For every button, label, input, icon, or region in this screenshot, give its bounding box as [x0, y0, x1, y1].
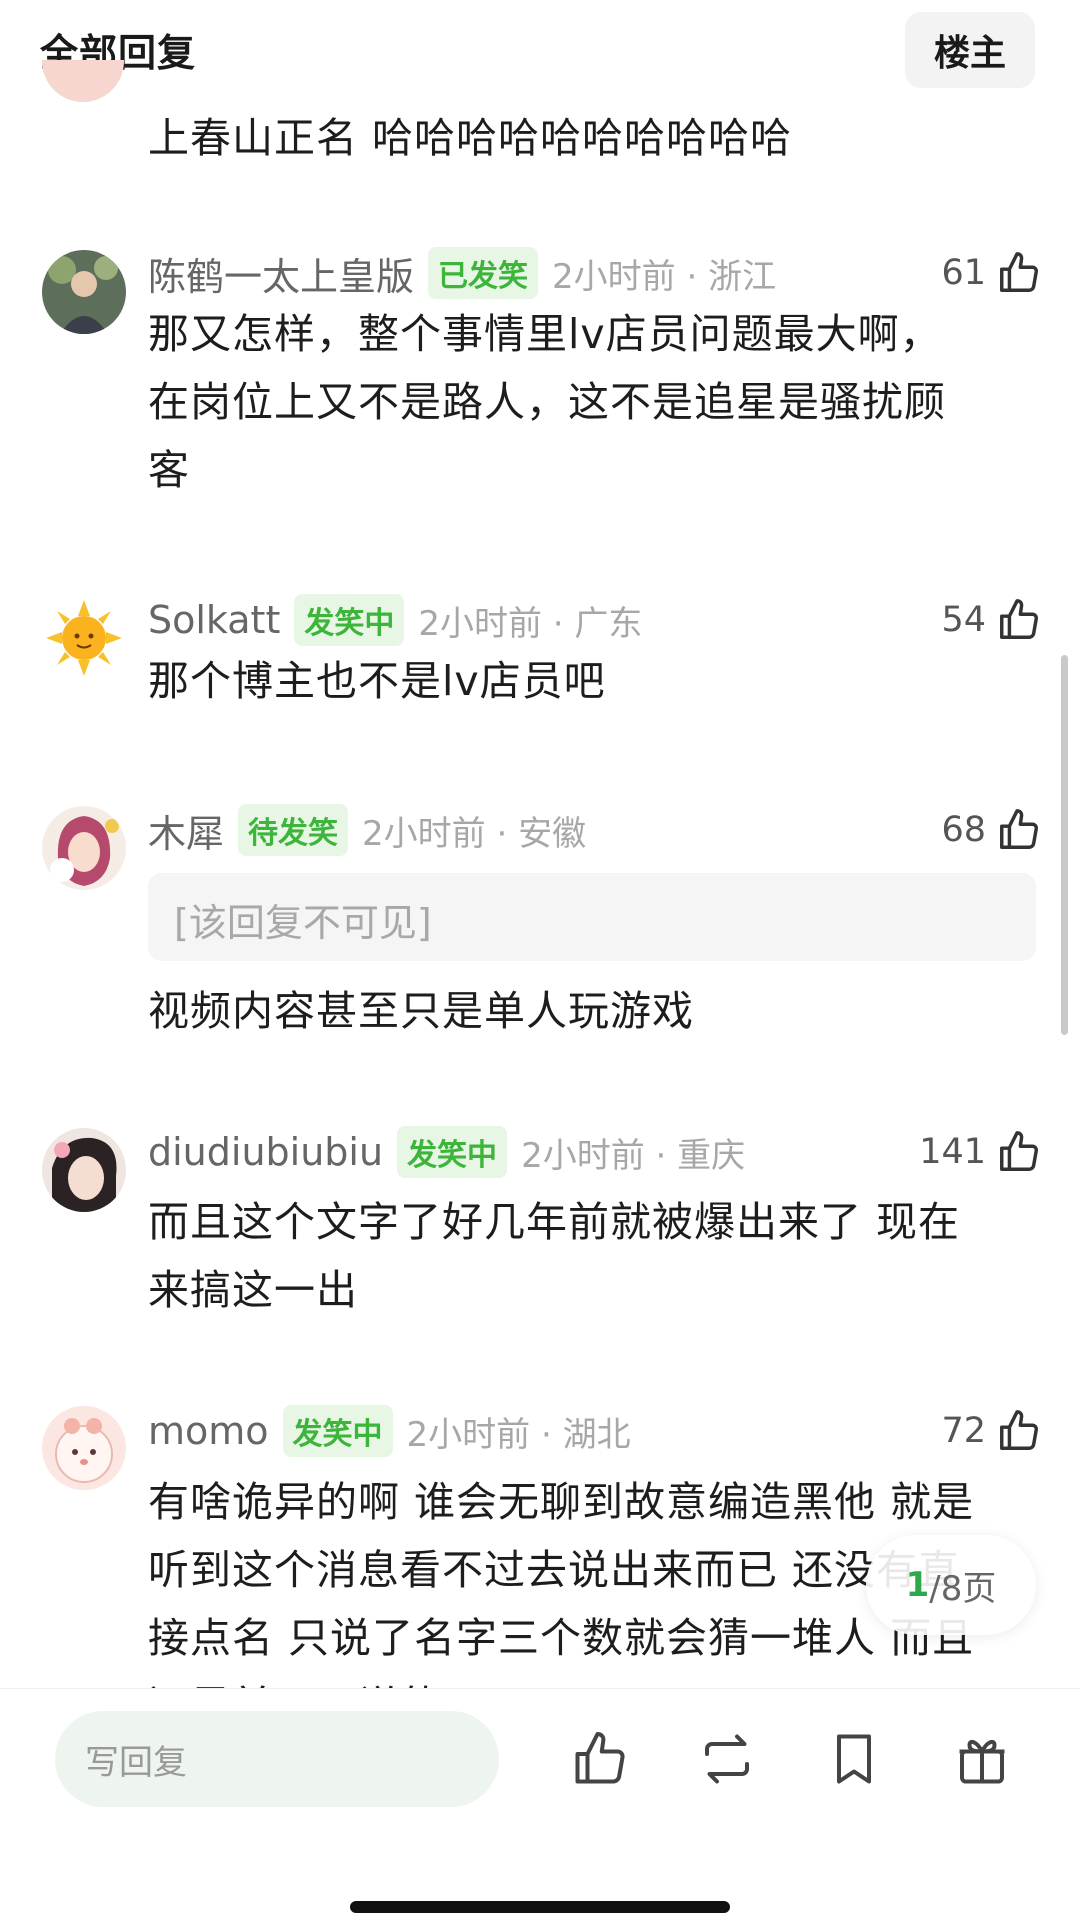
op-only-button[interactable]: 楼主	[905, 12, 1035, 88]
bookmark-icon	[837, 1734, 871, 1784]
like-button[interactable]: 72	[941, 1403, 1042, 1459]
timestamp-location: 2小时前 · 重庆	[521, 1135, 746, 1176]
comment-text: 而且这个文字了好几年前就被爆出来了 现在 来搞这一出	[148, 1198, 961, 1314]
comment-meta: diudiubiubiu 发笑中 2小时前 · 重庆	[148, 1124, 745, 1180]
like-count: 61	[941, 253, 986, 293]
thumbs-up-icon	[1000, 252, 1038, 292]
gift-icon	[959, 1739, 1005, 1784]
comment-text: 那个博主也不是lv店员吧	[148, 657, 606, 705]
username[interactable]: 陈鹤一太上皇版	[148, 246, 414, 301]
like-button[interactable]: 54	[941, 592, 1042, 648]
status-badge: 发笑中	[294, 594, 405, 646]
like-count: 54	[941, 600, 986, 640]
hidden-quote-box: [该回复不可见]	[148, 873, 1036, 961]
thumbs-up-icon	[1000, 809, 1038, 849]
like-count: 141	[919, 1132, 986, 1172]
comment-meta: 陈鹤一太上皇版 已发笑 2小时前 · 浙江	[148, 245, 776, 301]
like-button[interactable]: 141	[919, 1124, 1042, 1180]
comment-text: 视频内容甚至只是单人玩游戏	[148, 987, 694, 1035]
avatar[interactable]	[42, 596, 126, 680]
hidden-quote-text: [该回复不可见]	[174, 901, 432, 945]
comment-meta: Solkatt 发笑中 2小时前 · 广东	[148, 592, 642, 648]
repost-button[interactable]	[697, 1729, 757, 1789]
status-badge: 发笑中	[282, 1405, 393, 1457]
page-indicator[interactable]: 1/8页	[866, 1535, 1036, 1635]
gift-button[interactable]	[952, 1729, 1012, 1789]
scrollbar[interactable]	[1061, 655, 1068, 1035]
bottom-action-bar: 写回复	[0, 1688, 1080, 1931]
reply-input[interactable]: 写回复	[55, 1711, 499, 1807]
like-button[interactable]: 61	[941, 245, 1042, 301]
thumbs-up-icon	[1000, 1410, 1038, 1450]
username[interactable]: diudiubiubiu	[148, 1130, 383, 1174]
status-badge: 待发笑	[238, 804, 349, 856]
comment-text: 那又怎样，整个事情里lv店员问题最大啊， 在岗位上又不是路人，这不是追星是骚扰顾…	[148, 310, 946, 494]
repost-icon	[705, 1734, 749, 1784]
avatar[interactable]	[42, 60, 124, 122]
username[interactable]: momo	[148, 1409, 269, 1453]
username[interactable]: 木犀	[148, 803, 224, 858]
like-count: 72	[941, 1411, 986, 1451]
status-badge: 发笑中	[397, 1126, 508, 1178]
current-page: 1	[905, 1565, 930, 1605]
total-pages: /8页	[929, 1568, 997, 1609]
comment-text: 上春山正名 哈哈哈哈哈哈哈哈哈哈	[148, 114, 793, 162]
avatar[interactable]	[42, 1406, 126, 1490]
timestamp-location: 2小时前 · 湖北	[406, 1414, 631, 1455]
avatar[interactable]	[42, 806, 126, 890]
avatar[interactable]	[42, 1128, 126, 1212]
timestamp-location: 2小时前 · 浙江	[552, 256, 777, 297]
timestamp-location: 2小时前 · 广东	[418, 603, 643, 644]
thumbs-up-icon	[1000, 599, 1038, 639]
status-badge: 已发笑	[428, 247, 539, 299]
avatar[interactable]	[42, 250, 126, 334]
comment-meta: momo 发笑中 2小时前 · 湖北	[148, 1403, 631, 1459]
like-count: 68	[941, 810, 986, 850]
username[interactable]: Solkatt	[148, 598, 280, 642]
timestamp-location: 2小时前 · 安徽	[362, 813, 587, 854]
comment-meta: 木犀 待发笑 2小时前 · 安徽	[148, 802, 586, 858]
header: 全部回复 楼主	[0, 0, 1080, 100]
thumbs-up-icon	[575, 1732, 625, 1784]
home-indicator	[350, 1901, 730, 1913]
like-action-button[interactable]	[570, 1729, 630, 1789]
like-button[interactable]: 68	[941, 802, 1042, 858]
thumbs-up-icon	[1000, 1131, 1038, 1171]
bookmark-button[interactable]	[824, 1729, 884, 1789]
